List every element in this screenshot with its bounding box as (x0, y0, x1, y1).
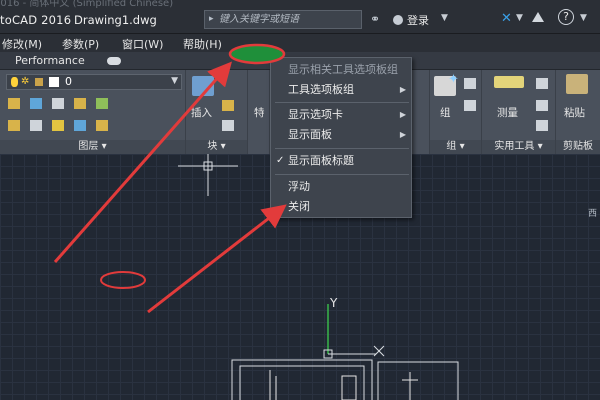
lock-icon (35, 78, 43, 86)
viewcube-label[interactable]: 西 (588, 206, 597, 219)
color-swatch (49, 77, 59, 87)
layer-tool-icon[interactable] (52, 120, 64, 131)
title-bar: 2016 - 简体中文 (Simplified Chinese) toCAD 2… (0, 0, 600, 34)
binoculars-icon[interactable]: ⚭ (370, 12, 380, 26)
layer-tool-icon[interactable] (96, 98, 108, 109)
menu-help[interactable]: 帮助(H) (183, 36, 222, 52)
layer-dropdown[interactable]: ✲ 0 ▼ (6, 74, 182, 90)
chevron-down-icon: ▼ (171, 76, 178, 86)
properties-label: 特 (254, 107, 265, 119)
exchange-icon[interactable]: ✕ (501, 11, 512, 26)
tab-performance[interactable]: Performance (15, 54, 85, 67)
menu-bar: 修改(M) 参数(P) 窗口(W) 帮助(H) (0, 34, 600, 52)
menu-item-show-tabs[interactable]: 显示选项卡 ▶ (271, 105, 411, 125)
user-icon (393, 15, 403, 25)
sparkle-icon: ✦ (448, 72, 459, 87)
menu-window[interactable]: 窗口(W) (122, 36, 163, 52)
drawing-component (341, 375, 357, 400)
menu-item-palette-groups[interactable]: 工具选项板组 ▶ (271, 80, 411, 100)
panel-groups-title[interactable]: 组 ▾ (430, 140, 481, 154)
submenu-arrow-icon: ▶ (399, 85, 406, 94)
menu-parameter[interactable]: 参数(P) (62, 36, 99, 52)
submenu-arrow-icon: ▶ (399, 110, 406, 119)
sign-in-button[interactable]: 登录 (393, 12, 429, 28)
group-tool-icon[interactable] (464, 100, 476, 111)
menu-item-show-panels[interactable]: 显示面板 ▶ (271, 125, 411, 145)
app-title: toCAD 2016 (0, 13, 72, 27)
layer-tool-icon[interactable] (74, 120, 86, 131)
help-dropdown-icon[interactable]: ▼ (580, 13, 587, 23)
menu-separator (275, 102, 409, 103)
layer-value: 0 (65, 75, 72, 88)
panel-clipboard: 粘贴 剪贴板 (556, 70, 600, 154)
utility-tool-icon[interactable] (536, 100, 548, 111)
panel-utilities: 测量 实用工具 ▾ (482, 70, 556, 154)
exchange-dropdown-icon[interactable]: ▼ (516, 13, 523, 23)
search-input[interactable] (219, 12, 359, 27)
layer-tool-icon[interactable] (30, 120, 42, 131)
paste-icon[interactable] (566, 74, 588, 94)
layer-tool-icon[interactable] (96, 120, 108, 131)
drawing-frame-inner (239, 365, 365, 400)
document-title: Drawing1.dwg (74, 13, 157, 27)
panel-layers: ✲ 0 ▼ 图层 ▾ (0, 70, 186, 154)
layer-tool-icon[interactable] (8, 120, 20, 131)
search-arrow-icon: ▸ (209, 14, 214, 24)
layer-tool-icon[interactable] (30, 98, 42, 109)
group-tool-icon[interactable] (464, 78, 476, 89)
group-button[interactable]: 组 (440, 105, 451, 120)
a360-icon[interactable] (532, 12, 544, 22)
chevron-down-icon[interactable]: ▼ (441, 13, 448, 23)
menu-separator (275, 148, 409, 149)
measure-button[interactable]: 测量 (497, 105, 518, 120)
sign-in-label: 登录 (407, 14, 429, 27)
search-box[interactable]: ▸ (204, 10, 362, 29)
panel-hidden (412, 70, 430, 154)
menu-item-float[interactable]: 浮动 (271, 177, 411, 197)
menu-item-close[interactable]: 关闭 (271, 197, 411, 217)
utility-tool-icon[interactable] (536, 78, 548, 89)
panel-layers-title[interactable]: 图层 ▾ (0, 140, 185, 154)
insert-block-icon[interactable] (192, 76, 214, 96)
measure-icon[interactable] (494, 76, 524, 88)
ribbon-toggle-icon[interactable] (107, 57, 121, 65)
layer-tool-icon[interactable] (8, 98, 20, 109)
sun-icon: ✲ (21, 76, 30, 87)
ghost-title: 2016 - 简体中文 (Simplified Chinese) (0, 0, 174, 9)
help-button[interactable]: ? (558, 9, 574, 25)
panel-clipboard-title[interactable]: 剪贴板 (556, 140, 600, 154)
menu-modify[interactable]: 修改(M) (2, 36, 42, 52)
submenu-arrow-icon: ▶ (399, 130, 406, 139)
menu-item-show-related-palettes: 显示相关工具选项板组 (288, 63, 398, 76)
menu-separator (275, 174, 409, 175)
panel-groups: ✦ 组 组 ▾ (430, 70, 482, 154)
panel-block-title[interactable]: 块 ▾ (186, 140, 247, 154)
panel-block: 插入 块 ▾ (186, 70, 248, 154)
utility-tool-icon[interactable] (536, 120, 548, 131)
panel-properties: 特 (248, 70, 270, 154)
block-tool-icon[interactable] (222, 120, 234, 131)
context-menu: 显示相关工具选项板组 工具选项板组 ▶ 显示选项卡 ▶ 显示面板 ▶ ✓ 显示面板标题 … (270, 57, 412, 218)
bulb-icon (11, 77, 18, 87)
drawing-frame-right (377, 361, 459, 400)
y-axis-label: Y (330, 296, 338, 310)
checkmark-icon: ✓ (276, 155, 285, 166)
layer-tool-icon[interactable] (74, 98, 86, 109)
paste-button[interactable]: 粘贴 (564, 105, 585, 120)
menu-item-show-panel-titles[interactable]: ✓ 显示面板标题 (271, 151, 411, 171)
insert-button[interactable]: 插入 (191, 105, 212, 120)
layer-tool-icon[interactable] (52, 98, 64, 109)
block-tool-icon[interactable] (222, 100, 234, 111)
panel-utilities-title[interactable]: 实用工具 ▾ (482, 140, 555, 154)
